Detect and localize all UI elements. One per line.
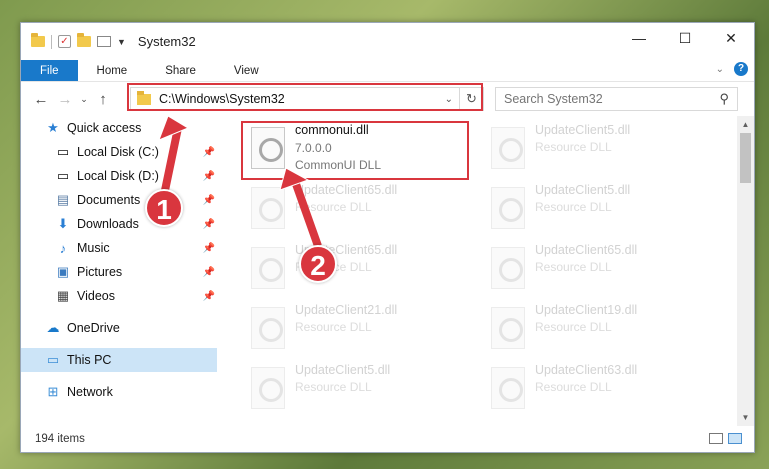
step-1-badge: 1 <box>145 189 183 227</box>
step-2-badge: 2 <box>299 245 337 283</box>
annotation-arrows <box>158 115 322 248</box>
arrow-to-address-bar <box>158 115 190 201</box>
arrow-to-file <box>279 167 322 248</box>
